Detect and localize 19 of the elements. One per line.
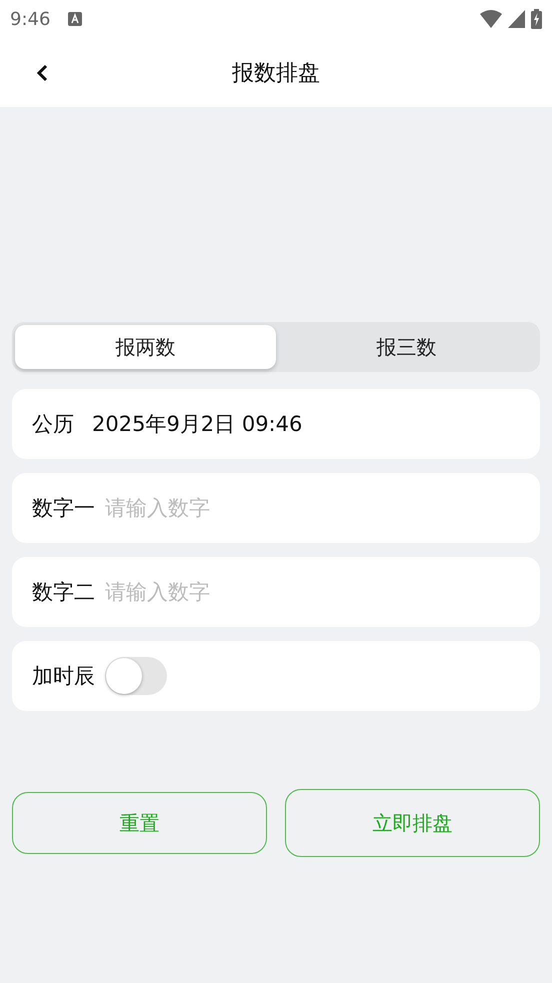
number-input[interactable]: 请输入数字 [105,580,520,604]
wifi-icon [480,10,502,28]
number-field[interactable]: 数字二 请输入数字 [12,557,540,627]
status-time: 9:46 [10,8,50,30]
keyboard-icon [68,12,82,26]
battery-icon [531,9,542,29]
toggle-switch[interactable] [105,657,167,695]
field-label: 加时辰 [32,663,95,690]
number-field[interactable]: 数字一 请输入数字 [12,473,540,543]
field-label: 数字二 [32,579,95,606]
page-title: 报数排盘 [232,60,320,88]
tab[interactable]: 报两数 [15,325,276,369]
tab[interactable]: 报三数 [276,325,537,369]
number-input[interactable]: 请输入数字 [105,496,520,520]
signal-icon [508,10,525,28]
field-label: 数字一 [32,495,95,522]
date-value[interactable]: 2025年9月2日 09:46 [92,410,302,438]
field-label: 公历 [32,411,74,438]
back-icon[interactable] [36,64,48,82]
